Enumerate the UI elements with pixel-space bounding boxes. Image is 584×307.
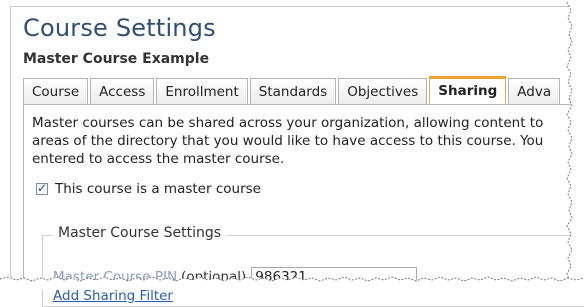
settings-tabs: Course Access Enrollment Standards Objec…	[23, 76, 562, 105]
settings-group-legend: Master Course Settings	[52, 225, 228, 241]
master-course-settings-group: Master Course Settings Master Course PIN…	[42, 225, 584, 307]
tab-standards[interactable]: Standards	[249, 78, 337, 104]
master-course-checkbox-label[interactable]: This course is a master course	[55, 181, 261, 197]
torn-edge-bottom	[0, 276, 584, 290]
description-line: entered to access the master course.	[32, 151, 285, 167]
tab-sharing[interactable]: Sharing	[429, 76, 507, 104]
page-title: Course Settings	[23, 14, 216, 42]
sharing-description: Master courses can be shared across your…	[32, 114, 584, 168]
tab-objectives[interactable]: Objectives	[338, 78, 428, 104]
course-name: Master Course Example	[23, 51, 210, 67]
tab-advanced[interactable]: Adva	[508, 78, 561, 104]
tab-enrollment[interactable]: Enrollment	[156, 78, 248, 104]
checkmark-icon: ✓	[37, 181, 48, 195]
torn-edge-right	[566, 0, 584, 290]
master-course-checkbox-row[interactable]: ✓ This course is a master course	[36, 181, 261, 197]
sharing-panel: Master courses can be shared across your…	[23, 105, 584, 307]
tab-course[interactable]: Course	[23, 78, 89, 104]
add-sharing-filter-link[interactable]: Add Sharing Filter	[53, 288, 173, 304]
description-line: areas of the directory that you would li…	[32, 133, 544, 149]
description-line: Master courses can be shared across your…	[32, 115, 544, 131]
tab-access[interactable]: Access	[90, 78, 155, 104]
master-course-checkbox[interactable]: ✓	[36, 181, 48, 195]
